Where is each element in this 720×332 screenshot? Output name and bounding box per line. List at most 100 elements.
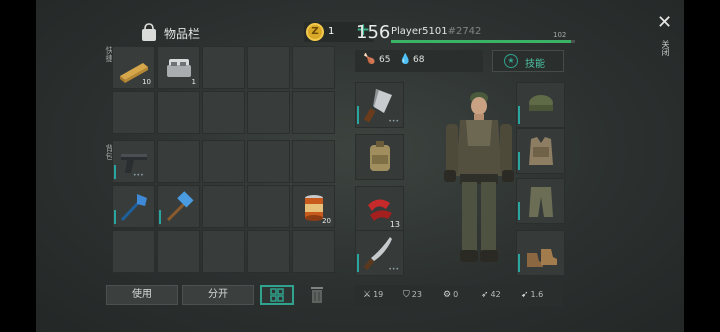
backpack-slot[interactable] <box>112 185 155 228</box>
player-name-text: Player5101 <box>391 26 448 37</box>
stat-item: ⚔ 19 <box>363 290 383 300</box>
player-name: Player5101#2742 <box>391 26 481 37</box>
durability-bar <box>357 106 359 124</box>
quick-slot[interactable] <box>292 46 335 89</box>
quick-slot[interactable] <box>157 91 200 134</box>
durability-bar <box>114 210 116 224</box>
feet-slot[interactable] <box>516 230 565 276</box>
durability-bar <box>114 165 116 179</box>
xp-bar <box>391 40 575 43</box>
stat-value: 1.6 <box>530 290 544 299</box>
backpack-slot[interactable] <box>247 140 290 183</box>
durability-bar <box>357 254 359 272</box>
quick-slot-grid: 10 1 <box>112 46 335 134</box>
durability-bar <box>518 152 520 170</box>
item-count: 1 <box>191 78 196 86</box>
durability-bar <box>518 254 520 272</box>
food-icon: 🍗 <box>363 54 376 65</box>
weapon-slot-1[interactable]: ••• <box>355 82 404 128</box>
trash-icon <box>311 287 323 303</box>
trash-button[interactable] <box>306 285 328 305</box>
grid-icon <box>270 288 284 302</box>
backpack-grid: ••• 20 <box>112 140 335 273</box>
durability-dots: ••• <box>388 266 399 273</box>
weapon-slot-2[interactable]: ••• <box>355 230 404 276</box>
backpack-slot[interactable] <box>112 230 155 273</box>
backpack-slot[interactable] <box>157 185 200 228</box>
quick-slot[interactable]: 10 <box>112 46 155 89</box>
quick-slot[interactable] <box>292 91 335 134</box>
quick-slot[interactable] <box>202 46 245 89</box>
close-label: 关闭 <box>661 40 670 56</box>
durability-bar <box>518 202 520 220</box>
close-icon: ✕ <box>657 12 673 33</box>
blue-shovel-icon <box>120 194 147 222</box>
speed-icon: ➹ <box>521 290 529 300</box>
backpack-slot[interactable] <box>247 185 290 228</box>
pants-icon <box>529 187 553 217</box>
stat-value: 42 <box>490 290 501 299</box>
close-button[interactable]: ✕ <box>657 12 672 33</box>
coin-count: 1 <box>328 26 335 37</box>
misc-slot[interactable]: 13 <box>355 186 404 232</box>
cap-icon <box>529 95 553 111</box>
backpack-equip-slot[interactable] <box>355 134 404 180</box>
inventory-screen: 物品栏 Z 1 + 快捷 背包 10 1 ••• 20 使用 分开 156 Pl… <box>36 0 684 332</box>
water-icon: 💧 <box>399 54 412 65</box>
split-button[interactable]: 分开 <box>182 285 254 305</box>
inventory-title: 物品栏 <box>164 27 201 41</box>
backpack-slot[interactable] <box>247 230 290 273</box>
food-value: 65 <box>379 55 391 65</box>
vest-icon <box>529 137 553 165</box>
backpack-slot[interactable] <box>202 185 245 228</box>
backpack-slot[interactable] <box>292 230 335 273</box>
stat-value: 23 <box>411 290 422 299</box>
backpack-slot[interactable] <box>292 140 335 183</box>
backpack-slot[interactable]: 20 <box>292 185 335 228</box>
letterbox-left <box>0 0 36 332</box>
star-icon: ★ <box>504 54 518 68</box>
backpack-slot[interactable]: ••• <box>112 140 155 183</box>
item-count: 13 <box>389 220 400 229</box>
head-slot[interactable] <box>516 82 565 128</box>
backpack-slot[interactable] <box>157 140 200 183</box>
sword-icon: ⚔ <box>363 290 372 300</box>
stat-value: 0 <box>453 290 459 299</box>
body-slot[interactable] <box>516 128 565 174</box>
run-icon: ➶ <box>481 290 489 300</box>
backpack-slot[interactable] <box>202 140 245 183</box>
item-count: 20 <box>322 217 331 225</box>
legs-slot[interactable] <box>516 178 565 224</box>
player-tag: #2742 <box>447 26 482 37</box>
coin-icon: Z <box>306 23 324 41</box>
player-level: 156 <box>356 22 391 43</box>
durability-bar <box>159 210 161 224</box>
backpack-icon <box>370 141 390 171</box>
combat-stats: ⚔ 19 ⛉ 23 ⚙ 0 ➶ 42 ➹ 1.6 <box>355 285 563 307</box>
stat-item: ⛉ 23 <box>403 290 422 300</box>
backpack-slot[interactable] <box>157 230 200 273</box>
backpack-slot[interactable] <box>202 230 245 273</box>
use-button[interactable]: 使用 <box>106 285 178 305</box>
xp-fill <box>391 40 572 43</box>
quick-slot[interactable] <box>247 46 290 89</box>
letterbox-right <box>684 0 720 332</box>
quick-slot[interactable]: 1 <box>157 46 200 89</box>
quick-slot[interactable] <box>247 91 290 134</box>
water-value: 68 <box>413 55 425 65</box>
stat-item: ➶ 42 <box>481 290 501 300</box>
stat-value: 19 <box>373 290 384 299</box>
quick-slot[interactable] <box>112 91 155 134</box>
stat-item: ➹ 1.6 <box>521 290 543 300</box>
blue-hammer-icon <box>166 191 194 222</box>
survival-stats: 🍗 65 💧 68 <box>355 50 483 72</box>
durability-dots: ••• <box>388 118 399 125</box>
skills-label: 技能 <box>525 59 545 70</box>
bag-icon <box>142 23 156 41</box>
quick-slot[interactable] <box>202 91 245 134</box>
skills-button[interactable]: ★ 技能 <box>492 50 564 72</box>
sort-button[interactable] <box>260 285 294 305</box>
gear-icon: ⚙ <box>443 290 452 300</box>
xp-value: 102 <box>553 31 567 39</box>
inventory-header: 物品栏 Z 1 + <box>102 20 374 46</box>
